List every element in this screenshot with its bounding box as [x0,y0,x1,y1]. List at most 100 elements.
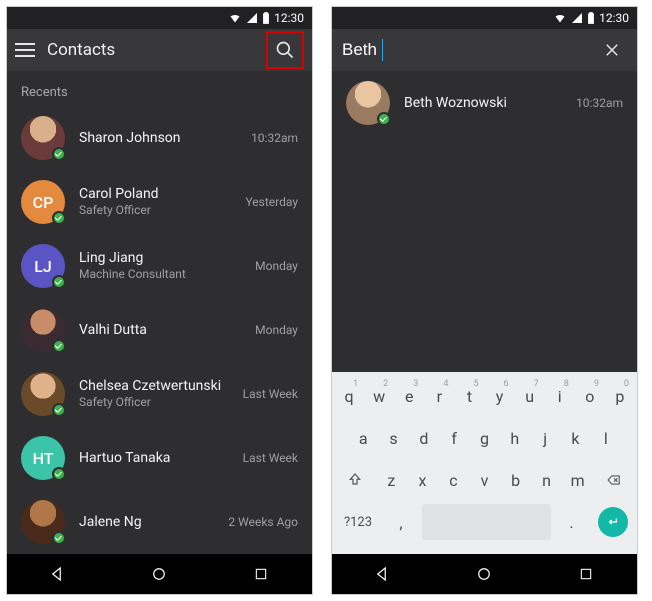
contact-text: Valhi Dutta [79,322,241,339]
app-bar: Contacts [7,29,312,71]
soft-keyboard: q1w2e3r4t5y6u7i8o9p0 asdfghjkl zxcvbnm ?… [332,372,637,554]
contact-row[interactable]: CP Carol PolandSafety Officer Yesterday [7,170,312,234]
contact-time: Last Week [243,451,298,465]
presence-badge [52,211,66,225]
nav-home[interactable] [148,563,170,585]
close-button[interactable] [595,33,629,67]
contact-time: 10:32am [251,131,298,145]
key-comma[interactable]: , [384,504,418,540]
key-p[interactable]: p0 [607,378,633,414]
avatar: LJ [21,244,65,288]
presence-badge [52,531,66,545]
contact-time: 2 Weeks Ago [228,515,298,529]
key-n[interactable]: n [533,462,560,498]
presence-badge [52,339,66,353]
contact-subtitle: Safety Officer [79,394,229,410]
search-button[interactable] [266,31,304,69]
key-s[interactable]: s [380,420,406,456]
backspace-icon [604,473,624,487]
contact-text: Ling JiangMachine Consultant [79,250,241,283]
avatar [21,372,65,416]
avatar [21,308,65,352]
contact-row[interactable]: Chelsea CzetwertunskiSafety OfficerLast … [7,362,312,426]
key-backspace[interactable] [595,462,633,498]
key-c[interactable]: c [440,462,467,498]
search-results: Beth Woznowski10:32am [332,71,637,372]
key-z[interactable]: z [378,462,405,498]
contact-row[interactable]: Jalene Ng 2 Weeks Ago [7,490,312,554]
key-a[interactable]: a [350,420,376,456]
contact-text: Chelsea CzetwertunskiSafety Officer [79,378,229,411]
contact-row[interactable]: Valhi DuttaMonday [7,298,312,362]
contact-subtitle: Machine Consultant [79,266,241,282]
nav-home[interactable] [473,563,495,585]
key-d[interactable]: d [411,420,437,456]
key-v[interactable]: v [471,462,498,498]
key-r[interactable]: r4 [426,378,452,414]
contact-text: Carol PolandSafety Officer [79,186,231,219]
contact-row[interactable]: Sharon Johnson 10:32am [7,106,312,170]
signal-icon [571,12,583,24]
android-nav-bar [7,554,312,594]
key-l[interactable]: l [593,420,619,456]
key-u[interactable]: u7 [517,378,543,414]
section-recents: Recents [7,71,312,106]
nav-back[interactable] [47,563,69,585]
phone-contacts: 12:30 Contacts Recents Sharon Johnson 10:… [6,6,313,595]
avatar [21,116,65,160]
text-cursor [382,39,383,61]
contact-row[interactable]: LJLing JiangMachine ConsultantMonday [7,234,312,298]
key-q[interactable]: q1 [336,378,362,414]
contact-name: Beth Woznowski [404,95,562,112]
key-g[interactable]: g [471,420,497,456]
key-i[interactable]: i8 [547,378,573,414]
contact-name: Valhi Dutta [79,322,241,339]
contact-time: Yesterday [245,195,298,209]
contact-row[interactable]: Beth Woznowski10:32am [332,71,637,135]
key-period[interactable]: . [555,504,589,540]
contact-text: Hartuo Tanaka [79,450,229,467]
presence-badge [377,112,391,126]
status-bar: 12:30 [7,7,312,29]
avatar: CP [21,180,65,224]
contact-name: Jalene Ng [79,514,214,531]
key-y[interactable]: y6 [487,378,513,414]
enter-icon [605,514,621,530]
battery-icon [587,11,595,25]
key-j[interactable]: j [532,420,558,456]
key-space[interactable] [422,504,551,540]
contact-subtitle: Safety Officer [79,202,231,218]
key-e[interactable]: e3 [396,378,422,414]
avatar [346,81,390,125]
search-bar [332,29,637,71]
contact-text: Sharon Johnson [79,130,237,147]
nav-recent[interactable] [250,563,272,585]
key-shift[interactable] [336,462,374,498]
contact-name: Sharon Johnson [79,130,237,147]
android-nav-bar [332,554,637,594]
search-input[interactable] [340,36,585,64]
contact-row[interactable]: HT Hartuo Tanaka Last Week [7,426,312,490]
search-icon [275,40,295,60]
key-x[interactable]: x [409,462,436,498]
key-k[interactable]: k [562,420,588,456]
signal-icon [246,12,258,24]
nav-back[interactable] [372,563,394,585]
avatar: HT [21,436,65,480]
presence-badge [52,147,66,161]
contact-text: Beth Woznowski [404,95,562,112]
key-f[interactable]: f [441,420,467,456]
key-b[interactable]: b [502,462,529,498]
avatar [21,500,65,544]
presence-badge [52,275,66,289]
key-enter[interactable] [592,504,633,540]
key-t[interactable]: t5 [456,378,482,414]
nav-recent[interactable] [575,563,597,585]
key-w[interactable]: w2 [366,378,392,414]
key-h[interactable]: h [502,420,528,456]
menu-icon[interactable] [15,39,37,61]
contact-text: Jalene Ng [79,514,214,531]
key-symbols[interactable]: ?123 [336,504,380,540]
key-o[interactable]: o9 [577,378,603,414]
key-m[interactable]: m [564,462,591,498]
